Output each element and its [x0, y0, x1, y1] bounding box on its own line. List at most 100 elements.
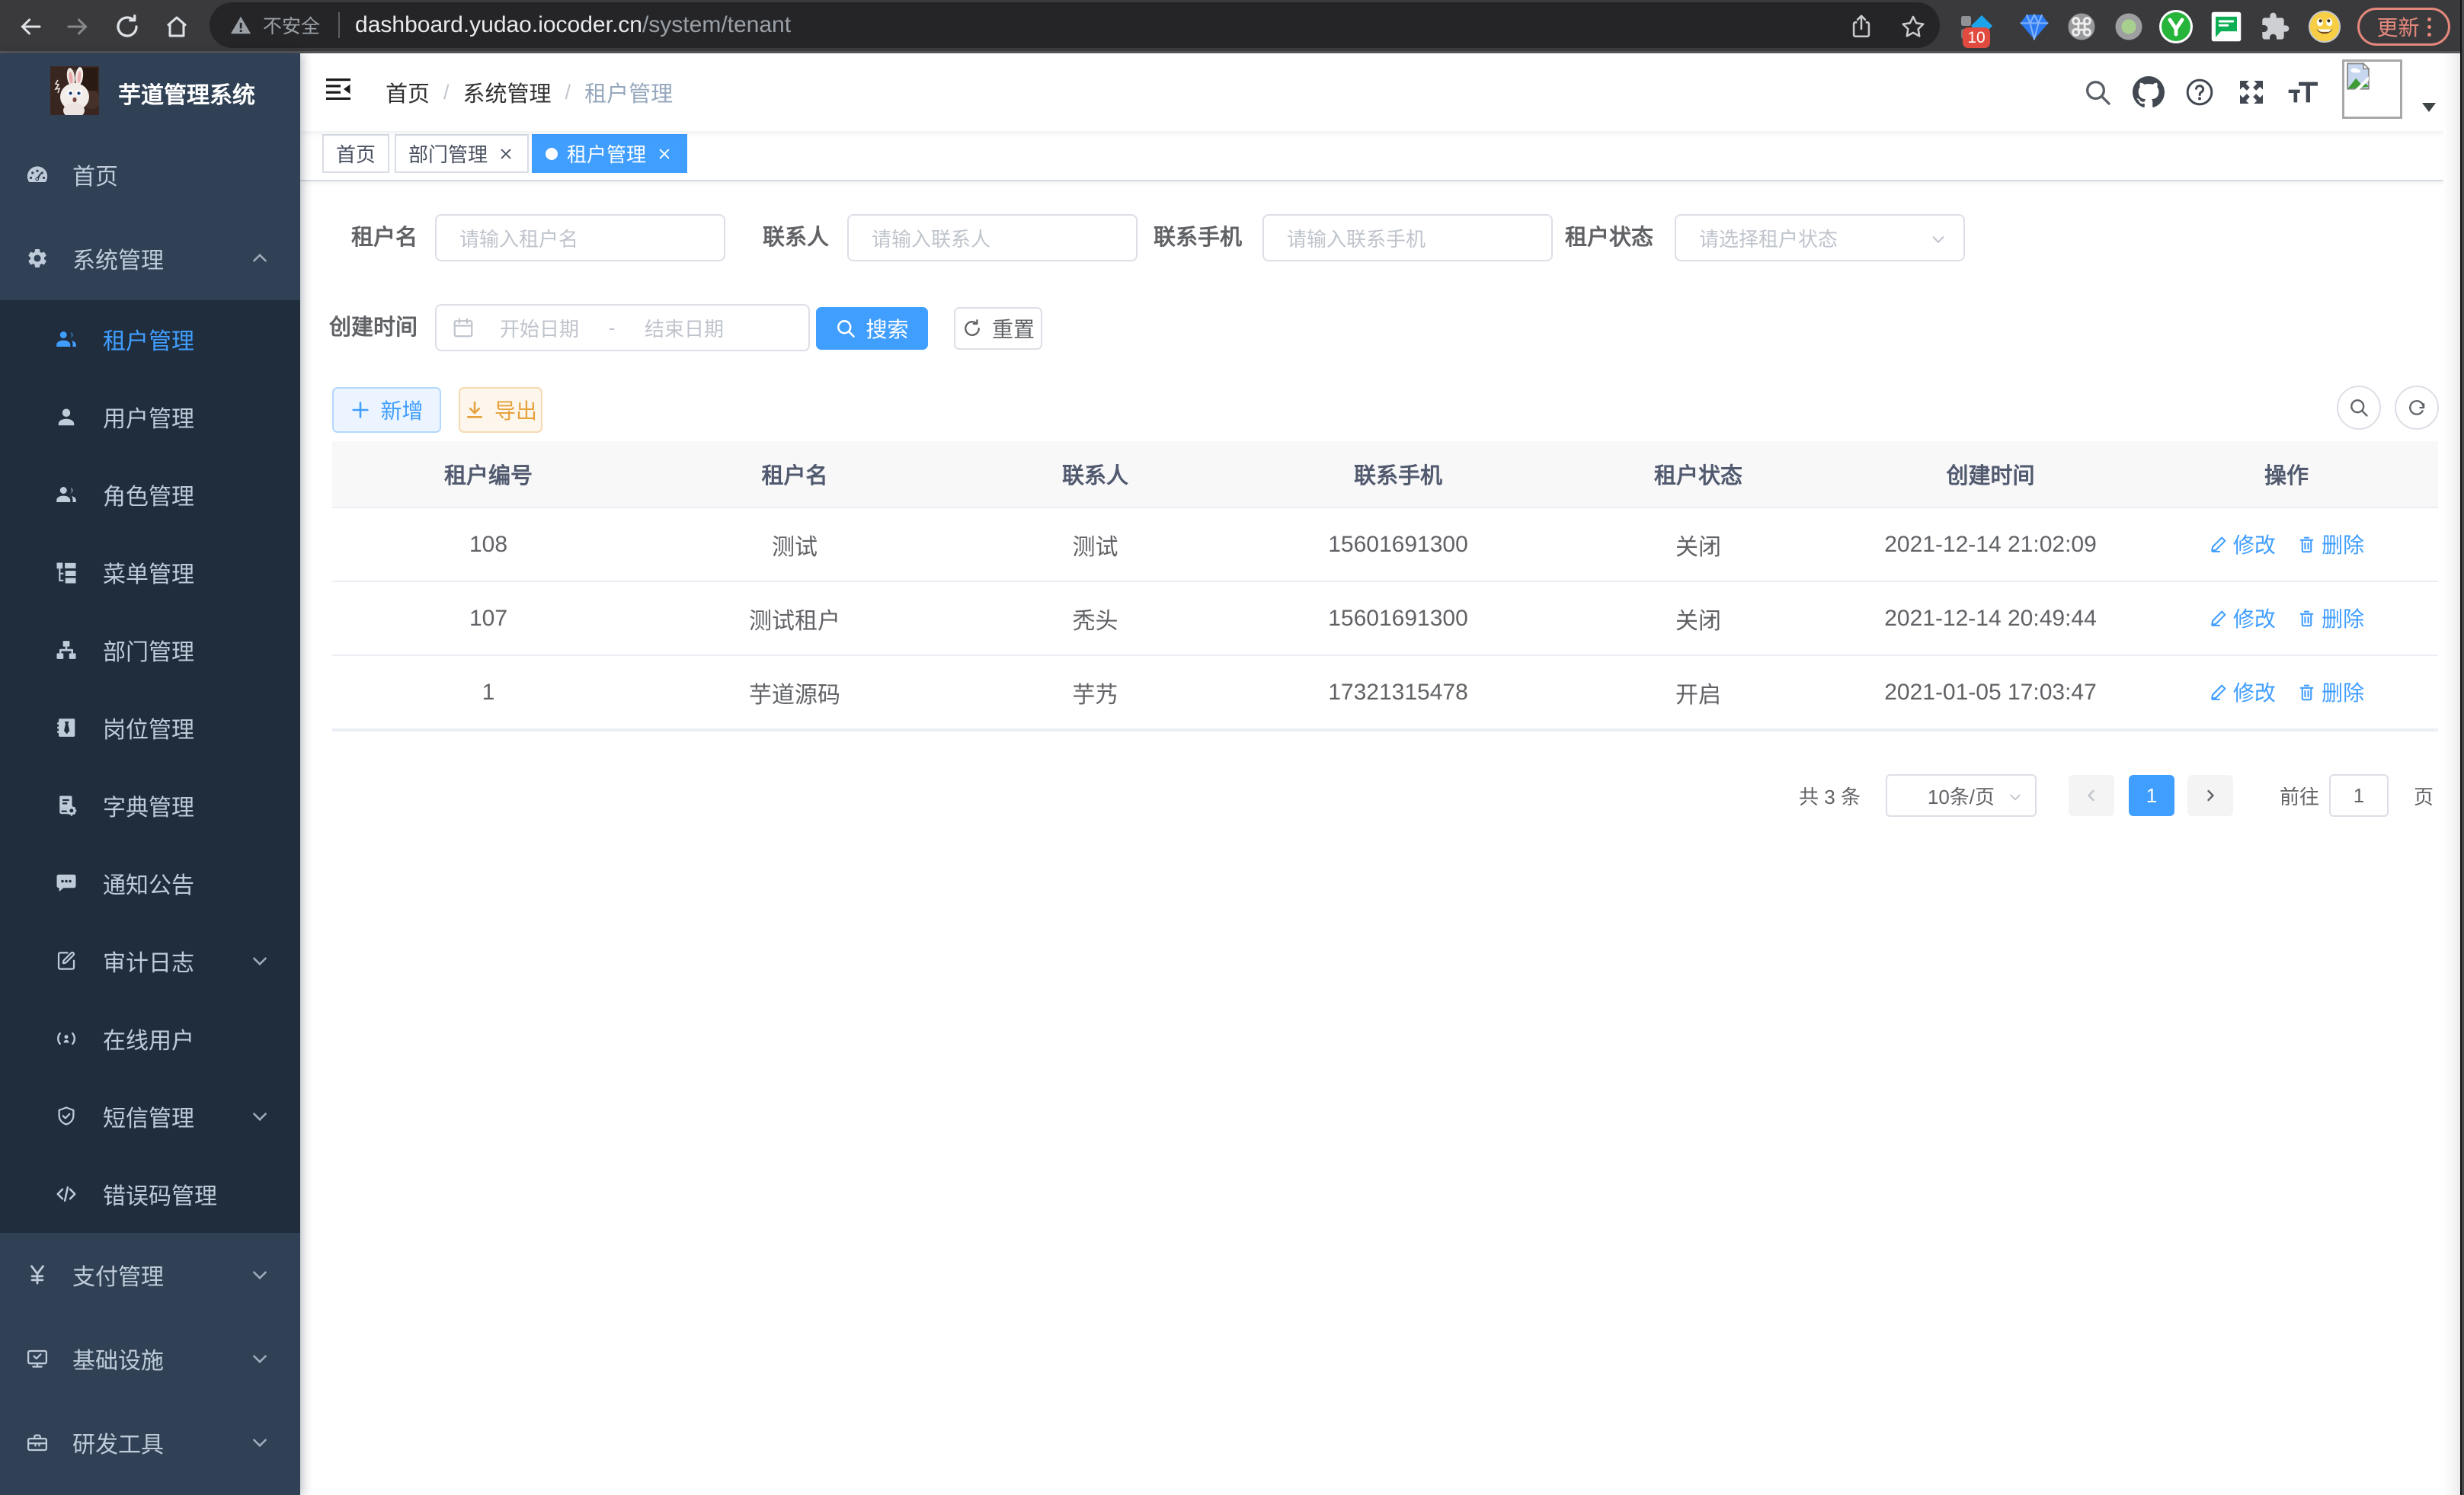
page-size-select[interactable]: 10条/页	[1886, 774, 2037, 817]
table-row: 108 测试 测试 15601691300 关闭 2021-12-14 21:0…	[332, 507, 2438, 581]
edit-link[interactable]: 修改	[2209, 603, 2276, 633]
col-status[interactable]: 租户状态	[1550, 441, 1846, 507]
profile-avatar-button[interactable]	[2301, 0, 2348, 53]
close-icon[interactable]	[655, 145, 674, 163]
plus-icon	[350, 399, 371, 421]
tag-home[interactable]: 首页	[322, 134, 389, 173]
sidebar-item-post[interactable]: 岗位管理	[0, 689, 300, 767]
sidebar-item-tenant[interactable]: 租户管理	[0, 300, 300, 378]
add-button[interactable]: 新增	[332, 387, 441, 433]
export-button[interactable]: 导出	[459, 387, 542, 433]
sidebar-item-home[interactable]: 首页	[0, 133, 300, 216]
tag-tenant[interactable]: 租户管理	[532, 134, 687, 173]
extension-v-button[interactable]	[2152, 0, 2200, 53]
chevron-left-icon	[2082, 786, 2101, 805]
sidebar-item-dict[interactable]: 字典管理	[0, 767, 300, 844]
status-select[interactable]: 请选择租户状态	[1675, 214, 1965, 261]
sidebar-item-online-users[interactable]: 在线用户	[0, 1000, 300, 1077]
edit-link[interactable]: 修改	[2209, 529, 2276, 559]
delete-link[interactable]: 删除	[2297, 603, 2364, 633]
sidebar-logo[interactable]: 芋道管理系统	[0, 53, 300, 133]
extension-gem-button[interactable]	[2011, 0, 2057, 53]
extension-pin-button[interactable]: 10	[1952, 0, 2001, 53]
browser-back-button[interactable]	[11, 0, 50, 53]
extension-record-button[interactable]	[2106, 0, 2152, 53]
search-button[interactable]: 搜索	[816, 307, 928, 350]
refresh-icon	[2406, 397, 2427, 418]
col-tenant-id[interactable]: 租户编号	[332, 441, 645, 507]
prev-page-button[interactable]	[2069, 775, 2114, 816]
browser-home-button[interactable]	[157, 0, 197, 53]
sidebar-item-role[interactable]: 角色管理	[0, 456, 300, 533]
sidebar-item-dept[interactable]: 部门管理	[0, 611, 300, 689]
sidebar-item-infra[interactable]: 基础设施	[0, 1317, 300, 1401]
header-search-button[interactable]	[2077, 53, 2118, 131]
extension-chat-button[interactable]	[2203, 0, 2249, 53]
browser-update-button[interactable]: 更新	[2357, 8, 2450, 46]
breadcrumb-home[interactable]: 首页	[386, 76, 430, 108]
not-secure-warning-icon	[229, 14, 252, 37]
page-number-button[interactable]: 1	[2129, 775, 2174, 816]
end-date-placeholder[interactable]: 结束日期	[627, 314, 741, 342]
table-row: 1 芋道源码 芋艿 17321315478 开启 2021-01-05 17:0…	[332, 655, 2438, 729]
col-mobile[interactable]: 联系手机	[1246, 441, 1550, 507]
bookmark-button[interactable]	[1892, 0, 1934, 53]
sidebar-item-devtools[interactable]: 研发工具	[0, 1401, 300, 1484]
sidebar-item-system[interactable]: 系统管理	[0, 216, 300, 300]
contact-input[interactable]: 请输入联系人	[847, 214, 1138, 261]
header-fontsize-button[interactable]	[2281, 53, 2324, 131]
header-github-button[interactable]	[2128, 53, 2169, 131]
col-created[interactable]: 创建时间	[1846, 441, 2135, 507]
create-time-range-picker[interactable]: 开始日期 - 结束日期	[435, 304, 810, 351]
browser-menu-icon[interactable]	[2427, 18, 2431, 37]
reset-button[interactable]: 重置	[954, 307, 1042, 350]
col-actions[interactable]: 操作	[2135, 441, 2438, 507]
date-range-separator: -	[597, 316, 627, 340]
sidebar-item-sms[interactable]: 短信管理	[0, 1077, 300, 1155]
show-search-toggle-button[interactable]	[2337, 386, 2381, 430]
yen-icon	[26, 1263, 49, 1286]
col-contact[interactable]: 联系人	[945, 441, 1246, 507]
mobile-input[interactable]: 请输入联系手机	[1262, 214, 1553, 261]
refresh-table-button[interactable]	[2395, 386, 2439, 430]
sidebar-item-audit-log[interactable]: 审计日志	[0, 922, 300, 1000]
update-label: 更新	[2376, 11, 2419, 42]
share-button[interactable]	[1840, 0, 1883, 53]
tenant-name-input[interactable]: 请输入租户名	[435, 214, 725, 261]
edit-link[interactable]: 修改	[2209, 677, 2276, 707]
next-page-button[interactable]	[2187, 775, 2233, 816]
extension-command-button[interactable]	[2059, 0, 2104, 53]
user-avatar[interactable]	[2342, 59, 2402, 119]
start-date-placeholder[interactable]: 开始日期	[482, 314, 597, 342]
security-label[interactable]: 不安全	[263, 11, 320, 39]
delete-trash-icon	[2297, 683, 2316, 702]
sidebar-item-user[interactable]: 用户管理	[0, 378, 300, 456]
url-host[interactable]: dashboard.yudao.iocoder.cn	[355, 12, 642, 38]
header-fullscreen-button[interactable]	[2231, 53, 2272, 131]
delete-link[interactable]: 删除	[2297, 529, 2364, 559]
header-help-button[interactable]	[2179, 53, 2220, 131]
share-icon	[1848, 14, 1874, 40]
sidebar-item-payment[interactable]: 支付管理	[0, 1233, 300, 1317]
caret-down-icon[interactable]	[2422, 103, 2436, 112]
user-icon	[55, 405, 78, 428]
delete-link[interactable]: 删除	[2297, 677, 2364, 707]
pagination: 共 3 条 10条/页 1 前往 1 页	[300, 774, 2434, 817]
tree-table-icon	[55, 561, 78, 584]
col-tenant-name[interactable]: 租户名	[645, 441, 945, 507]
sidebar-item-notice[interactable]: 通知公告	[0, 844, 300, 922]
sidebar-item-error-code[interactable]: 错误码管理	[0, 1155, 300, 1233]
sidebar-item-menu-mgmt[interactable]: 菜单管理	[0, 533, 300, 611]
sidebar-toggle-button[interactable]	[326, 70, 354, 108]
browser-reload-button[interactable]	[107, 0, 147, 53]
chevron-down-icon	[250, 1349, 270, 1369]
goto-page-input[interactable]: 1	[2329, 774, 2389, 817]
browser-forward-button[interactable]	[58, 0, 98, 53]
close-icon[interactable]	[497, 145, 515, 163]
tag-dept[interactable]: 部门管理	[395, 134, 529, 173]
search-icon	[835, 318, 856, 339]
breadcrumb-system[interactable]: 系统管理	[463, 76, 552, 108]
address-bar[interactable]: 不安全 dashboard.yudao.iocoder.cn/system/te…	[210, 2, 1940, 48]
refresh-icon	[962, 318, 983, 339]
extensions-menu-button[interactable]	[2252, 0, 2298, 53]
